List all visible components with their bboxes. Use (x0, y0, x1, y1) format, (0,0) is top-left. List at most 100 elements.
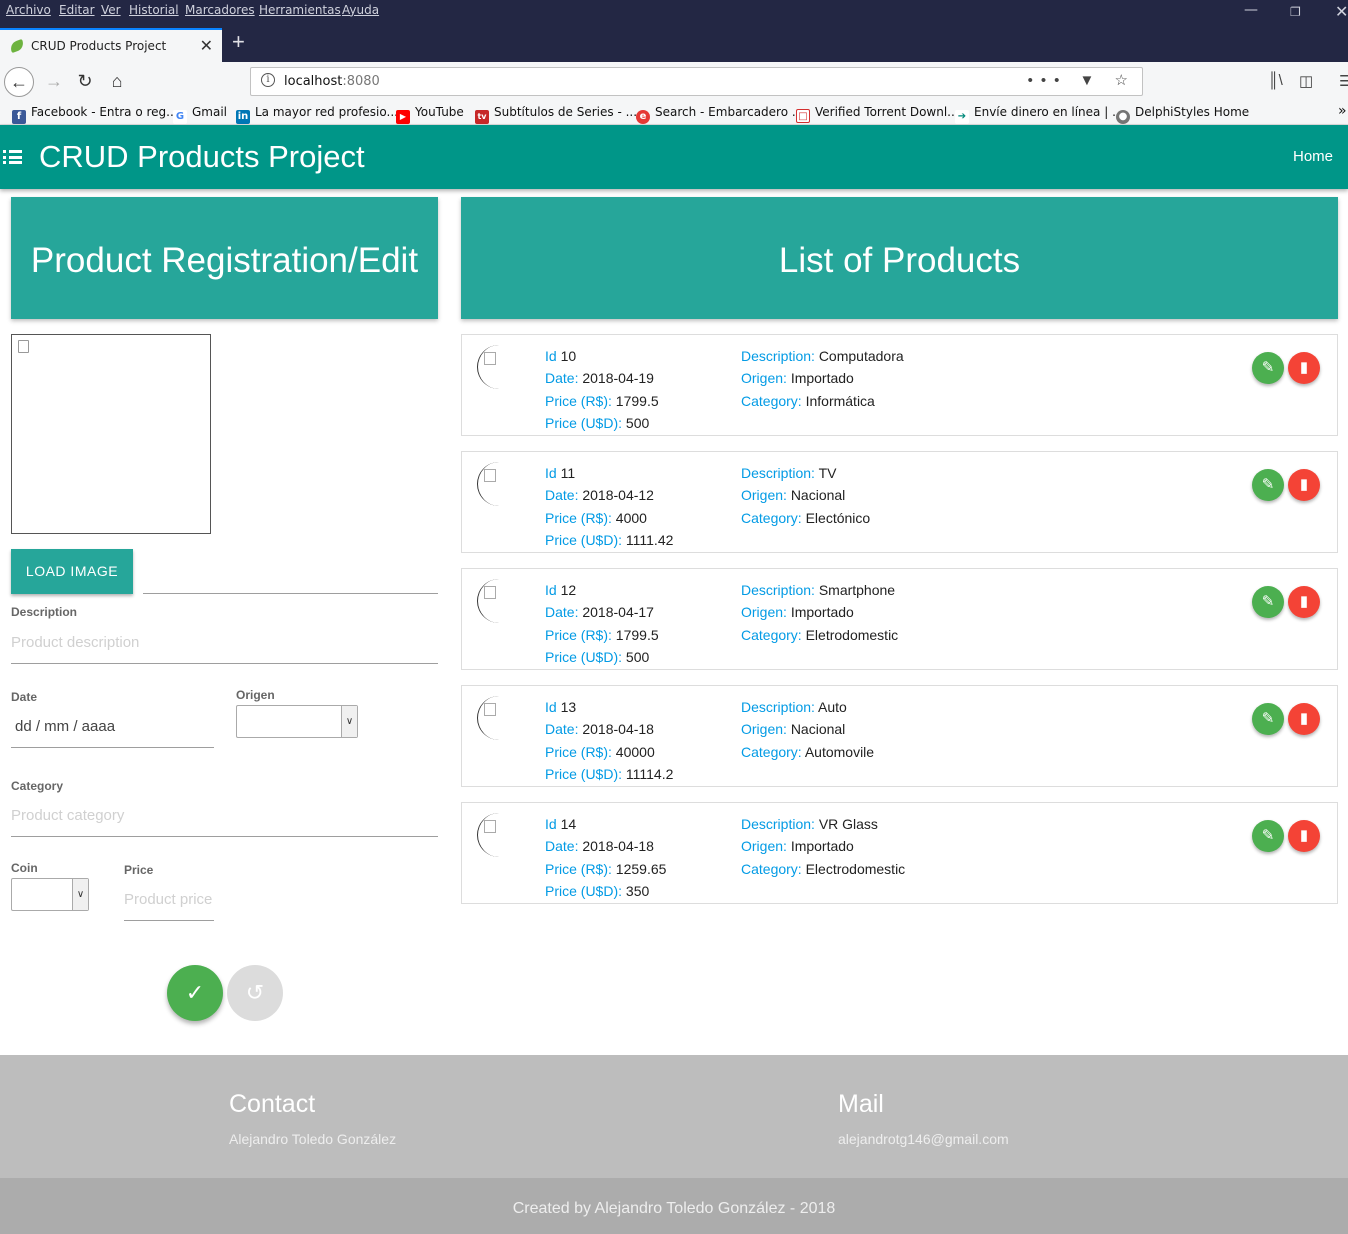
restore-icon[interactable]: ❐ (1290, 5, 1301, 19)
forward-arrow-icon[interactable]: → (39, 67, 69, 97)
product-date: Date: 2018-04-19 (545, 370, 654, 386)
edit-button[interactable]: ✎ (1252, 703, 1284, 735)
menu-editar[interactable]: Editar (59, 3, 95, 17)
edit-button[interactable]: ✎ (1252, 352, 1284, 384)
back-arrow-icon[interactable]: ← (4, 67, 34, 97)
bookmark-item[interactable]: ▶ YouTube (396, 105, 464, 124)
bookmark-item[interactable]: □ Verified Torrent Downl... (796, 105, 959, 123)
library-icon[interactable]: ║\ (1268, 72, 1283, 89)
delete-button[interactable]: ▮ (1288, 469, 1320, 501)
delete-button[interactable]: ▮ (1288, 352, 1320, 384)
menu-marcadores[interactable]: Marcadores (185, 3, 255, 17)
date-value: 2018-04-18 (582, 838, 654, 854)
price-rs-value: 1799.5 (615, 627, 659, 643)
category-label: Category (11, 779, 64, 793)
menu-herramientas[interactable]: Herramientas (259, 3, 341, 17)
price-usd-key: Price (U$D): (545, 883, 623, 899)
pencil-icon: ✎ (1261, 827, 1275, 844)
sidebar-icon[interactable]: ◫ (1299, 72, 1313, 90)
product-price-usd: Price (U$D): 11114.2 (545, 766, 673, 782)
save-button[interactable]: ✓ (167, 965, 223, 1021)
bookmark-item[interactable]: e Search - Embarcadero ... (636, 105, 803, 124)
category-value: Informática (805, 393, 875, 409)
file-path-field[interactable] (143, 593, 438, 594)
page-actions: ••• ▼ ☆ (1028, 71, 1136, 89)
menu-archivo[interactable]: Archivo (6, 3, 51, 17)
date-value: 2018-04-17 (582, 604, 654, 620)
bookmark-item[interactable]: f Facebook - Entra o reg... (12, 105, 178, 124)
delete-button[interactable]: ▮ (1288, 703, 1320, 735)
bookmarks-bar: f Facebook - Entra o reg... G Gmail in La m… (0, 101, 1348, 125)
registration-card-header: Product Registration/Edit (11, 197, 438, 319)
more-actions-icon[interactable]: ••• (1028, 72, 1068, 89)
site-info-icon[interactable]: i (261, 73, 275, 87)
close-window-icon[interactable]: ✕ (1335, 2, 1348, 21)
date-value: 2018-04-12 (582, 487, 654, 503)
price-rs-value: 4000 (615, 510, 647, 526)
bookmark-item[interactable]: ➔ Envíe dinero en línea | ... (955, 105, 1124, 124)
list-menu-icon[interactable] (3, 150, 22, 164)
edit-button[interactable]: ✎ (1252, 586, 1284, 618)
price-usd-key: Price (U$D): (545, 649, 623, 665)
bookmark-item[interactable]: ● DelphiStyles Home (1116, 105, 1249, 124)
new-tab-icon[interactable]: + (232, 29, 245, 55)
menu-ver[interactable]: Ver (101, 3, 121, 17)
chevron-down-icon: ∨ (341, 706, 357, 737)
bookmark-label: Subtítulos de Series - ... (494, 105, 638, 119)
price-input[interactable]: Product price (124, 891, 214, 908)
price-rs-value: 40000 (615, 744, 655, 760)
product-category: Category: Informática (741, 393, 875, 409)
nav-home-link[interactable]: Home (1293, 148, 1333, 165)
copyright-bar: Created by Alejandro Toledo González - 2… (0, 1178, 1348, 1234)
product-category: Category: Electrodomestic (741, 861, 905, 877)
home-icon[interactable]: ⌂ (102, 67, 132, 97)
list-title: List of Products (778, 241, 1021, 280)
product-price-rs: Price (R$): 1799.5 (545, 627, 659, 643)
date-key: Date: (545, 487, 579, 503)
bookmark-item[interactable]: G Gmail (173, 105, 227, 124)
id-value: 11 (560, 465, 576, 481)
google-icon: G (173, 110, 187, 124)
minimize-icon[interactable]: — (1244, 2, 1258, 18)
app-header: CRUD Products Project Home (0, 125, 1348, 189)
bookmarks-overflow-icon[interactable]: » (1338, 103, 1347, 119)
bookmark-item[interactable]: tv Subtítulos de Series - ... (475, 105, 637, 124)
browser-tab[interactable]: CRUD Products Project ✕ (0, 28, 222, 62)
delete-button[interactable]: ▮ (1288, 586, 1320, 618)
menu-historial[interactable]: Historial (129, 3, 179, 17)
product-item: Id 13 Date: 2018-04-18 Price (R$): 40000… (461, 685, 1338, 787)
trash-icon: ▮ (1299, 710, 1309, 727)
address-bar[interactable]: i localhost:8080 ••• ▼ ☆ (250, 67, 1143, 96)
bookmark-label: Verified Torrent Downl... (815, 105, 959, 119)
delete-button[interactable]: ▮ (1288, 820, 1320, 852)
edit-button[interactable]: ✎ (1252, 820, 1284, 852)
description-input[interactable]: Product description (11, 634, 139, 651)
mail-address[interactable]: alejandrotg146@gmail.com (838, 1131, 1009, 1147)
menu-ayuda[interactable]: Ayuda (342, 3, 379, 17)
product-id: Id 11 (545, 465, 575, 481)
id-key: Id (545, 465, 557, 481)
category-input[interactable]: Product category (11, 807, 124, 824)
origen-value: Importado (790, 370, 854, 386)
spring-leaf-icon (8, 38, 26, 54)
product-id: Id 12 (545, 582, 576, 598)
reset-button[interactable]: ↺ (227, 965, 283, 1021)
money-transfer-icon: ➔ (955, 110, 969, 124)
origen-value: Nacional (790, 721, 846, 737)
bookmark-star-icon[interactable]: ☆ (1115, 72, 1136, 89)
date-input[interactable]: dd / mm / aaaa (15, 718, 115, 735)
coin-select[interactable]: ∨ (11, 878, 89, 911)
hamburger-menu-icon[interactable]: ☰ (1339, 72, 1348, 90)
bookmark-item[interactable]: in La mayor red profesio... (236, 105, 398, 124)
reload-icon[interactable]: ↻ (70, 67, 100, 97)
origen-select[interactable]: ∨ (236, 705, 358, 738)
product-price-usd: Price (U$D): 1111.42 (545, 532, 673, 548)
description-value: Computadora (818, 348, 904, 364)
close-tab-icon[interactable]: ✕ (200, 36, 213, 56)
pencil-icon: ✎ (1261, 476, 1275, 493)
app-title[interactable]: CRUD Products Project (39, 139, 365, 175)
pocket-icon[interactable]: ▼ (1080, 72, 1103, 89)
description-value: Smartphone (818, 582, 896, 598)
load-image-button[interactable]: LOAD IMAGE (11, 549, 133, 594)
edit-button[interactable]: ✎ (1252, 469, 1284, 501)
